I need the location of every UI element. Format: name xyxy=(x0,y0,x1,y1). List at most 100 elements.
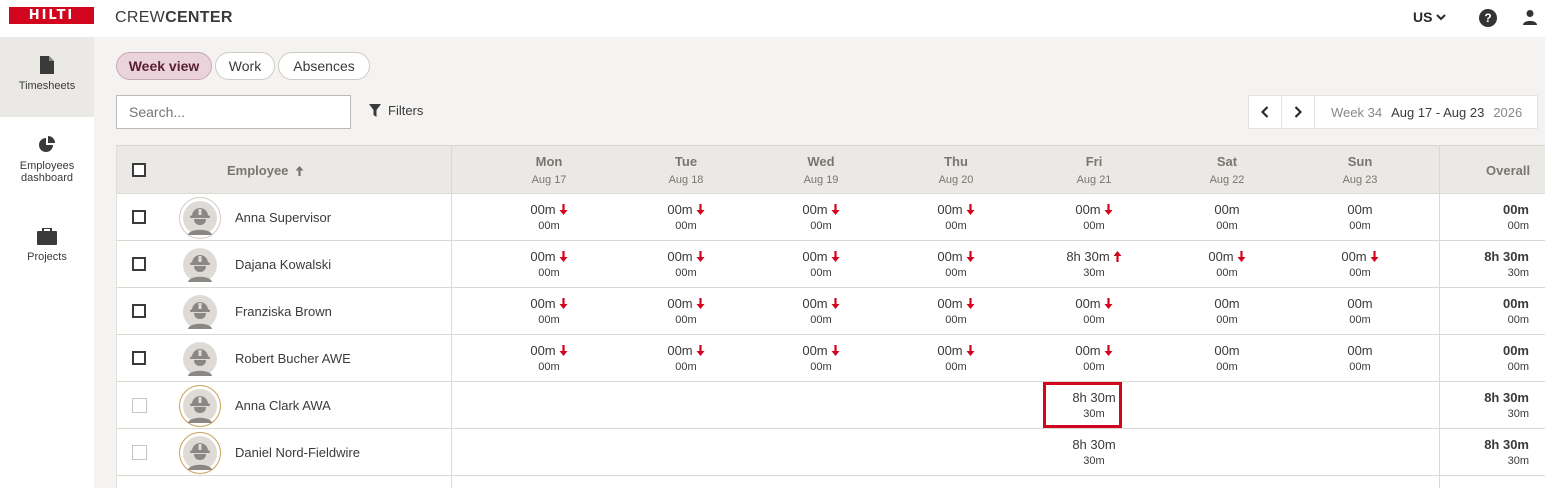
employee-name[interactable]: Franziska Brown xyxy=(235,304,332,319)
time-cell[interactable] xyxy=(906,390,1006,408)
table-row[interactable]: Robert Bucher AWE 00m 00m 00m 00m 00m 00… xyxy=(117,335,1545,382)
employee-column-header[interactable]: Employee xyxy=(227,163,304,178)
overall-worked: 00m xyxy=(1502,343,1529,358)
row-checkbox[interactable] xyxy=(132,210,146,224)
tab-work[interactable]: Work xyxy=(215,52,275,80)
next-week-button[interactable] xyxy=(1282,96,1315,128)
worked-time: 00m xyxy=(530,202,556,217)
help-icon[interactable]: ? xyxy=(1479,9,1497,27)
day-header-wed: Wed Aug 19 xyxy=(781,154,861,186)
time-cell[interactable]: 00m 00m xyxy=(1177,249,1277,279)
time-cell[interactable] xyxy=(1310,437,1410,455)
day-date: Aug 19 xyxy=(803,174,839,186)
hilti-logo[interactable]: HILTI xyxy=(9,7,94,24)
time-cell[interactable]: 00m 00m xyxy=(906,249,1006,279)
time-cell[interactable]: 00m 00m xyxy=(1310,249,1410,279)
table-row[interactable]: Dajana Kowalski 00m 00m 00m 00m 00m 00m … xyxy=(117,241,1545,288)
worked-time: 00m xyxy=(530,296,556,311)
time-cell[interactable] xyxy=(636,390,736,408)
time-cell[interactable] xyxy=(1177,437,1277,455)
time-cell[interactable] xyxy=(771,390,871,408)
arrow-down-icon xyxy=(831,345,840,356)
time-cell[interactable]: 00m 00m xyxy=(906,296,1006,326)
time-cell[interactable]: 00m 00m xyxy=(1177,343,1277,373)
time-cell[interactable] xyxy=(771,437,871,455)
tab-absences[interactable]: Absences xyxy=(278,52,370,80)
worked-time: 00m xyxy=(1075,296,1101,311)
user-icon[interactable] xyxy=(1522,9,1538,25)
employee-name[interactable]: Dajana Kowalski xyxy=(235,257,331,272)
nav-item-projects[interactable]: Projects xyxy=(0,228,94,268)
break-time: 00m xyxy=(945,314,967,326)
employee-name[interactable]: Anna Clark AWA xyxy=(235,398,331,413)
time-cell[interactable]: 00m 00m xyxy=(1310,296,1410,326)
week-range: Aug 17 - Aug 23 xyxy=(1391,104,1485,120)
time-cell[interactable] xyxy=(636,437,736,455)
worker-avatar-icon xyxy=(183,201,217,235)
time-cell[interactable]: 8h 30m 30m xyxy=(1044,437,1144,467)
tab-week-view[interactable]: Week view xyxy=(116,52,212,80)
break-time: 00m xyxy=(538,220,560,232)
time-cell[interactable]: 00m 00m xyxy=(499,249,599,279)
time-cell[interactable]: 00m 00m xyxy=(771,249,871,279)
previous-week-button[interactable] xyxy=(1249,96,1282,128)
region-selector[interactable]: US xyxy=(1413,9,1447,25)
worked-time: 00m xyxy=(802,296,828,311)
time-cell[interactable] xyxy=(906,437,1006,455)
overall-break: 00m xyxy=(1507,361,1529,373)
table-row[interactable]: Anna Clark AWA 8h 30m 30m 8h 30m 30m xyxy=(117,382,1545,429)
avatar xyxy=(179,197,221,239)
time-cell[interactable]: 00m 00m xyxy=(499,296,599,326)
day-name: Sat xyxy=(1216,154,1238,169)
nav-item-employees-dashboard[interactable]: Employees dashboard xyxy=(0,136,94,196)
avatar xyxy=(179,291,221,333)
nav-item-label: Projects xyxy=(27,251,67,263)
arrow-down-icon xyxy=(966,251,975,262)
time-cell[interactable] xyxy=(1177,390,1277,408)
time-cell[interactable]: 00m 00m xyxy=(1310,202,1410,232)
time-cell[interactable]: 00m 00m xyxy=(636,343,736,373)
row-checkbox[interactable] xyxy=(132,304,146,318)
break-time: 00m xyxy=(675,267,697,279)
time-cell[interactable]: 00m 00m xyxy=(1044,296,1144,326)
employee-name[interactable]: Robert Bucher AWE xyxy=(235,351,351,366)
time-cell[interactable]: 00m 00m xyxy=(499,343,599,373)
employee-name[interactable]: Anna Supervisor xyxy=(235,210,331,225)
arrow-down-icon xyxy=(966,204,975,215)
time-cell[interactable]: 00m 00m xyxy=(1044,343,1144,373)
time-cell[interactable]: 8h 30m 30m xyxy=(1044,249,1144,279)
time-cell[interactable]: 00m 00m xyxy=(1044,202,1144,232)
chevron-down-icon xyxy=(1436,13,1447,20)
time-cell[interactable]: 00m 00m xyxy=(636,202,736,232)
row-checkbox[interactable] xyxy=(132,257,146,271)
break-time: 00m xyxy=(1216,220,1238,232)
filters-label: Filters xyxy=(388,103,424,118)
time-cell[interactable]: 00m 00m xyxy=(906,202,1006,232)
time-cell[interactable]: 00m 00m xyxy=(906,343,1006,373)
time-cell[interactable]: 00m 00m xyxy=(771,202,871,232)
filters-button[interactable]: Filters xyxy=(369,103,423,118)
time-cell[interactable]: 00m 00m xyxy=(1177,296,1277,326)
employee-name[interactable]: Daniel Nord-Fieldwire xyxy=(235,445,360,460)
time-cell[interactable]: 00m 00m xyxy=(499,202,599,232)
time-cell[interactable]: 00m 00m xyxy=(1177,202,1277,232)
time-cell[interactable] xyxy=(499,437,599,455)
time-cell[interactable] xyxy=(499,390,599,408)
worker-avatar-icon xyxy=(183,342,217,376)
row-checkbox[interactable] xyxy=(132,351,146,365)
search-input[interactable] xyxy=(116,95,351,129)
nav-item-timesheets[interactable]: Timesheets xyxy=(0,37,94,117)
day-header-mon: Mon Aug 17 xyxy=(509,154,589,186)
table-row[interactable]: Franziska Brown 00m 00m 00m 00m 00m 00m … xyxy=(117,288,1545,335)
time-cell[interactable]: 00m 00m xyxy=(636,296,736,326)
time-cell[interactable]: 00m 00m xyxy=(771,343,871,373)
time-cell[interactable]: 00m 00m xyxy=(771,296,871,326)
time-cell[interactable] xyxy=(1310,390,1410,408)
table-row[interactable]: Anna Supervisor 00m 00m 00m 00m 00m 00m … xyxy=(117,194,1545,241)
select-all-checkbox[interactable] xyxy=(132,163,146,177)
time-cell[interactable]: 00m 00m xyxy=(1310,343,1410,373)
time-cell[interactable]: 00m 00m xyxy=(636,249,736,279)
timesheet-table: Employee Mon Aug 17 Tue Aug 18 Wed Aug 19 T… xyxy=(116,145,1545,488)
table-row[interactable]: Daniel Nord-Fieldwire 8h 30m 30m 8h 30m … xyxy=(117,429,1545,476)
break-time: 00m xyxy=(1349,314,1371,326)
